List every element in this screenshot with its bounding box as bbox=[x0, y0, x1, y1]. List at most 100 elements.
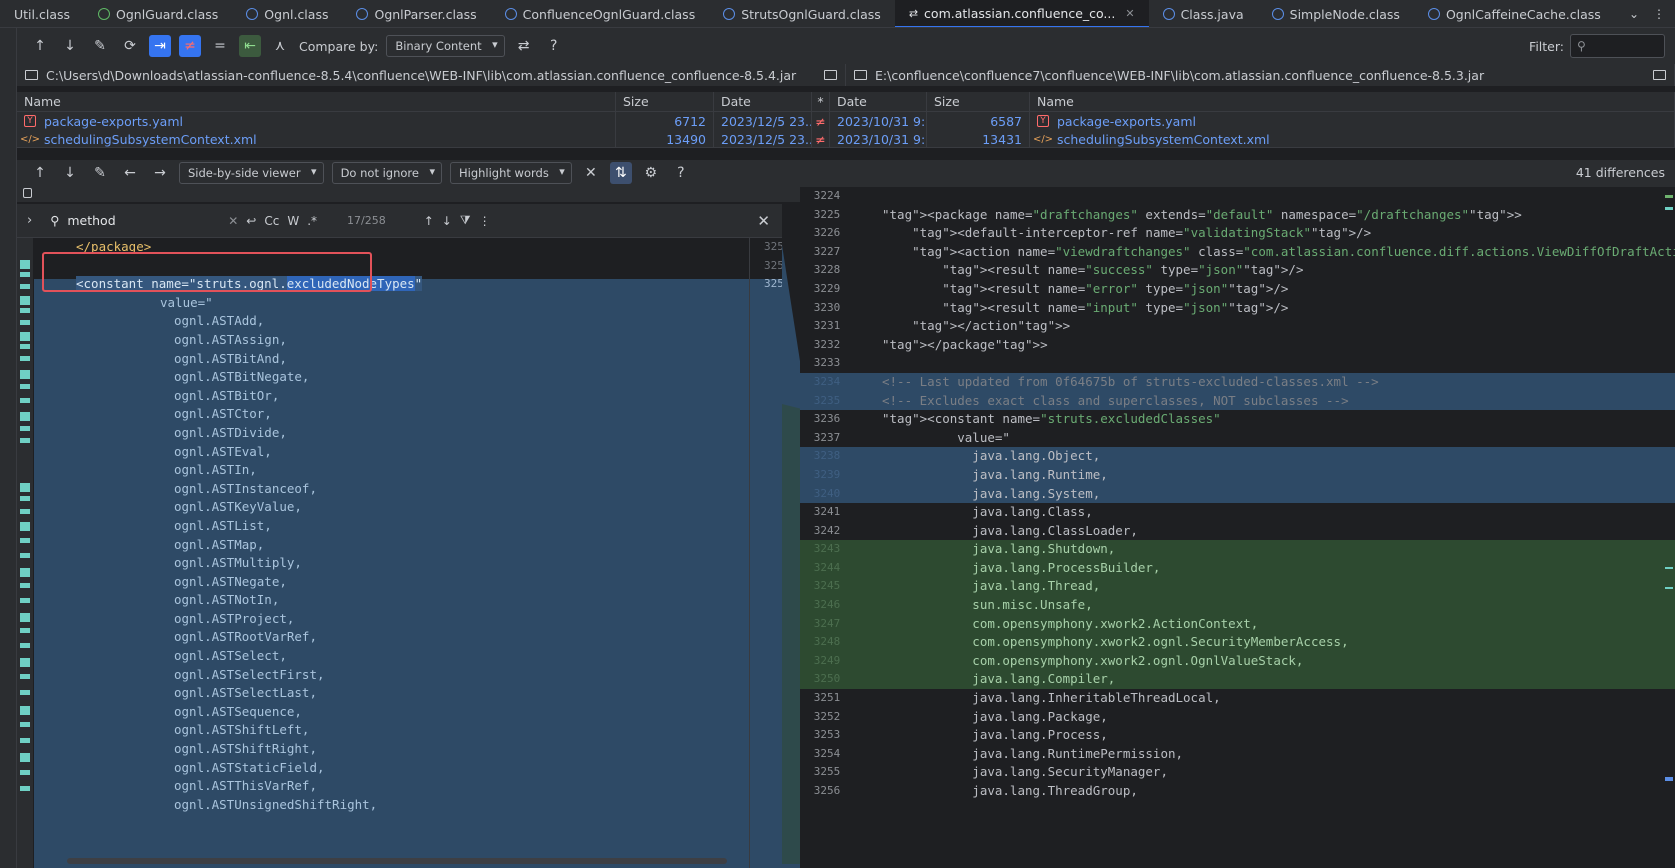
prev-difference-icon[interactable]: ↑ bbox=[29, 162, 51, 184]
lock-icon[interactable] bbox=[23, 188, 32, 198]
prev-match-icon[interactable]: ↑ bbox=[424, 214, 434, 228]
horizontal-scrollbar[interactable] bbox=[67, 858, 727, 864]
more-icon[interactable]: ⋮ bbox=[479, 214, 491, 228]
change-marker[interactable] bbox=[20, 496, 30, 501]
column-header[interactable]: Size bbox=[616, 92, 714, 111]
show-different-icon[interactable]: ≠ bbox=[179, 35, 201, 57]
close-icon[interactable]: ✕ bbox=[1125, 7, 1134, 20]
chevron-down-icon[interactable]: ⌄ bbox=[1629, 7, 1639, 21]
tab-0[interactable]: Util.class bbox=[0, 0, 84, 27]
gear-icon[interactable]: ⚙ bbox=[640, 162, 662, 184]
filter-icon[interactable]: ⧩ bbox=[460, 213, 471, 228]
change-marker[interactable] bbox=[20, 722, 30, 727]
column-header[interactable]: Name bbox=[1030, 92, 1675, 111]
clear-icon[interactable]: ✕ bbox=[228, 214, 238, 228]
tab-4[interactable]: ConfluenceOgnlGuard.class bbox=[491, 0, 710, 27]
change-marker[interactable] bbox=[20, 398, 30, 403]
change-marker[interactable] bbox=[20, 272, 30, 277]
change-marker[interactable] bbox=[20, 412, 30, 421]
change-marker[interactable] bbox=[20, 426, 30, 431]
change-marker[interactable] bbox=[20, 509, 30, 514]
whole-word-toggle[interactable]: W bbox=[287, 214, 299, 228]
regex-toggle[interactable]: .* bbox=[307, 214, 317, 228]
change-marker[interactable] bbox=[20, 522, 30, 531]
change-marker[interactable] bbox=[20, 438, 30, 443]
tab-2[interactable]: Ognl.class bbox=[232, 0, 342, 27]
change-marker[interactable] bbox=[20, 384, 30, 389]
change-marker[interactable] bbox=[20, 613, 30, 622]
change-marker[interactable] bbox=[20, 344, 30, 349]
change-marker[interactable] bbox=[20, 658, 30, 667]
browse-folder-icon[interactable] bbox=[1653, 70, 1666, 80]
change-marker[interactable] bbox=[20, 320, 30, 325]
change-marker[interactable] bbox=[20, 284, 30, 289]
change-marker[interactable] bbox=[20, 308, 30, 313]
edit-icon[interactable]: ✎ bbox=[89, 162, 111, 184]
prev-difference-icon[interactable]: ↑ bbox=[29, 35, 51, 57]
sync-scroll-icon[interactable]: ⇅ bbox=[609, 162, 632, 184]
change-marker[interactable] bbox=[20, 738, 30, 743]
show-equal-icon[interactable]: = bbox=[209, 35, 231, 57]
highlight-mode-dropdown[interactable]: Highlight words bbox=[449, 162, 572, 184]
table-row[interactable]: Ypackage-exports.yaml 6712 2023/12/5 23...… bbox=[17, 112, 1675, 130]
change-marker[interactable] bbox=[20, 296, 30, 305]
more-icon[interactable]: ⋮ bbox=[1653, 7, 1665, 21]
change-marker[interactable] bbox=[20, 643, 30, 648]
change-marker[interactable] bbox=[20, 583, 30, 588]
next-match-icon[interactable]: ↓ bbox=[442, 214, 452, 228]
show-new-icon[interactable]: ⇥ bbox=[149, 35, 171, 57]
search-input[interactable]: method bbox=[67, 213, 115, 228]
match-case-toggle[interactable]: Cc bbox=[264, 214, 279, 228]
column-header[interactable]: Date bbox=[830, 92, 927, 111]
change-marker[interactable] bbox=[20, 598, 30, 603]
column-header[interactable]: Date bbox=[714, 92, 812, 111]
browse-folder-icon[interactable] bbox=[824, 70, 837, 80]
edit-icon[interactable]: ✎ bbox=[89, 35, 111, 57]
compare-by-dropdown[interactable]: Binary Content bbox=[386, 35, 505, 57]
refresh-icon[interactable]: ⟳ bbox=[119, 35, 141, 57]
next-difference-icon[interactable]: ↓ bbox=[59, 162, 81, 184]
merge-icon[interactable]: ⋏ bbox=[269, 35, 291, 57]
ignore-mode-dropdown[interactable]: Do not ignore bbox=[331, 162, 442, 184]
show-left-only-icon[interactable]: ⇤ bbox=[239, 35, 261, 57]
column-header[interactable]: Name bbox=[17, 92, 616, 111]
table-row[interactable]: </> schedulingSubsystemContext.xml 13490 20… bbox=[17, 130, 1675, 148]
tab-7[interactable]: Class.java bbox=[1149, 0, 1258, 27]
close-icon[interactable]: ✕ bbox=[757, 212, 770, 230]
change-marker[interactable] bbox=[20, 370, 30, 379]
swap-icon[interactable]: ⇄ bbox=[513, 35, 535, 57]
change-marker[interactable] bbox=[20, 770, 30, 775]
change-marker[interactable] bbox=[20, 753, 30, 762]
change-marker[interactable] bbox=[20, 786, 30, 791]
forward-arrow-icon[interactable]: → bbox=[149, 162, 171, 184]
tab-9[interactable]: OgnlCaffeineCache.class bbox=[1414, 0, 1615, 27]
expand-icon[interactable]: › bbox=[27, 213, 32, 228]
change-marker[interactable] bbox=[20, 483, 30, 492]
change-marker[interactable] bbox=[20, 356, 30, 361]
change-marker[interactable] bbox=[20, 674, 30, 679]
change-marker[interactable] bbox=[20, 260, 30, 269]
tab-5[interactable]: StrutsOgnlGuard.class bbox=[709, 0, 895, 27]
help-icon[interactable]: ? bbox=[543, 35, 565, 57]
change-marker[interactable] bbox=[20, 568, 30, 577]
tab-8[interactable]: SimpleNode.class bbox=[1258, 0, 1414, 27]
tab-3[interactable]: OgnlParser.class bbox=[342, 0, 490, 27]
tab-1[interactable]: OgnlGuard.class bbox=[84, 0, 232, 27]
right-editor[interactable]: 3224 3225 3226 3227 3228 3229 3230 3231 3232 3233… bbox=[800, 187, 1675, 868]
viewer-mode-dropdown[interactable]: Side-by-side viewer bbox=[179, 162, 324, 184]
change-marker[interactable] bbox=[20, 553, 30, 558]
tab-6[interactable]: ⇄ com.atlassian.confluence_co... ✕ bbox=[894, 0, 1149, 27]
change-marker[interactable] bbox=[20, 628, 30, 633]
column-header[interactable]: * bbox=[812, 92, 830, 111]
help-icon[interactable]: ? bbox=[670, 162, 692, 184]
column-header[interactable]: Size bbox=[927, 92, 1030, 111]
next-difference-icon[interactable]: ↓ bbox=[59, 35, 81, 57]
change-marker[interactable] bbox=[20, 538, 30, 543]
change-marker[interactable] bbox=[20, 690, 30, 695]
back-arrow-icon[interactable]: ← bbox=[119, 162, 141, 184]
filter-input[interactable]: ⚲ bbox=[1570, 34, 1665, 58]
collapse-icon[interactable]: ✕ bbox=[580, 162, 602, 184]
change-marker[interactable] bbox=[20, 332, 30, 341]
new-line-icon[interactable]: ↩ bbox=[246, 214, 256, 228]
change-marker[interactable] bbox=[20, 706, 30, 715]
